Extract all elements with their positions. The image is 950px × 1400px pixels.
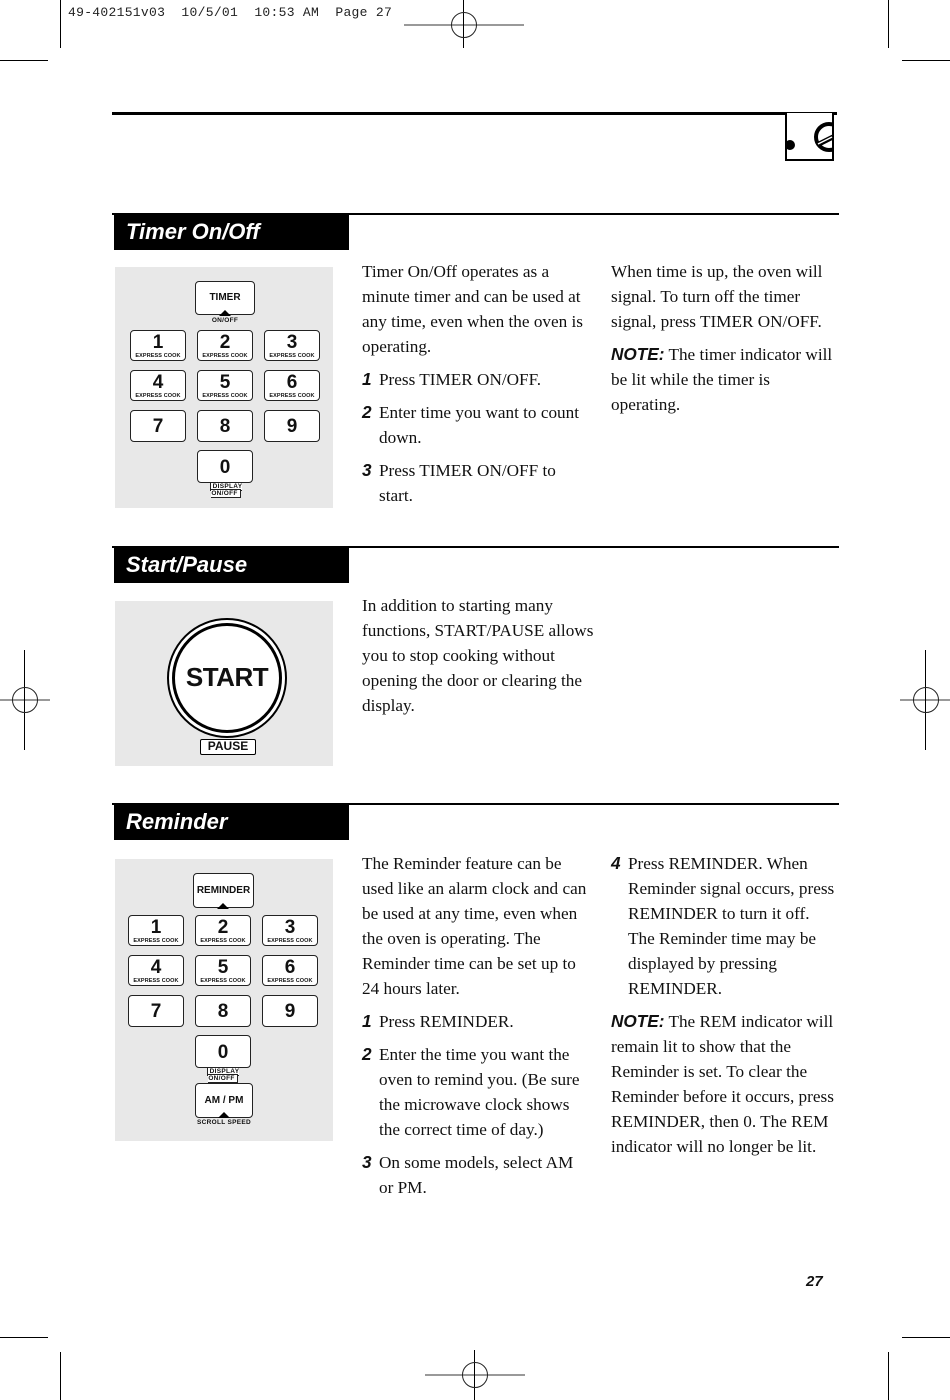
start-button: START (172, 623, 282, 733)
reminder-keypad-illustration: REMINDER 1 EXPRESS COOK 2 EXPRESS COOK 3 EX… (115, 859, 333, 1141)
timer-note: NOTE: The timer indicator will be lit wh… (611, 344, 833, 414)
number-key-3: 3 EXPRESS COOK (264, 330, 320, 361)
number-key-5: 5 EXPRESS COOK (197, 370, 253, 401)
indicator-arrow-icon (219, 310, 231, 316)
reminder-column-2: 4 Press REMINDER. When Reminder signal oc… (611, 851, 839, 1167)
reminder-step: 4 Press REMINDER. When Reminder signal oc… (611, 853, 835, 998)
reminder-note: NOTE: The REM indicator will remain lit … (611, 1011, 834, 1156)
zero-key-caption: DISPLAY ON/OFF (206, 1067, 240, 1083)
page-number: 27 (806, 1273, 823, 1290)
section-title-timer: Timer On/Off (114, 213, 349, 250)
number-key-0: 0 (197, 450, 253, 483)
section-title-reminder: Reminder (114, 803, 349, 840)
crop-mark (902, 1337, 950, 1338)
timer-signal-text: When time is up, the oven will signal. T… (611, 262, 823, 331)
timer-step: 2 Enter time you want to count down. (362, 402, 579, 447)
number-key-2: 2 EXPRESS COOK (197, 330, 253, 361)
crop-mark (902, 60, 950, 61)
number-key-1: 1 EXPRESS COOK (130, 330, 186, 361)
crop-mark (888, 1352, 889, 1400)
number-key-8: 8 (195, 995, 251, 1027)
number-key-6: 6 EXPRESS COOK (264, 370, 320, 401)
number-key-7: 7 (130, 410, 186, 442)
reminder-step: 1 Press REMINDER. (362, 1011, 514, 1031)
crop-mark (888, 0, 889, 48)
number-key-9: 9 (264, 410, 320, 442)
start-button-illustration: START PAUSE (115, 601, 333, 766)
timer-key-caption: ON/OFF (211, 317, 239, 324)
timer-column-2: When time is up, the oven will signal. T… (611, 259, 839, 425)
number-key-4: 4 EXPRESS COOK (130, 370, 186, 401)
timer-keypad-illustration: TIMER ON/OFF 1 EXPRESS COOK 2 EXPRESS COOK… (115, 267, 333, 508)
number-key-5: 5 EXPRESS COOK (195, 955, 251, 986)
number-key-2: 2 EXPRESS COOK (195, 915, 251, 946)
reminder-column-1: The Reminder feature can be used like an… (362, 851, 592, 1208)
crop-mark (0, 60, 48, 61)
header-rule (112, 112, 837, 115)
am-pm-key-caption: SCROLL SPEED (196, 1119, 252, 1126)
number-key-6: 6 EXPRESS COOK (262, 955, 318, 986)
start-pause-description: In addition to starting many functions, … (362, 593, 594, 726)
section-title-start-pause: Start/Pause (114, 546, 349, 583)
timer-column-1: Timer On/Off operates as a minute timer … (362, 259, 590, 516)
pause-label: PAUSE (200, 739, 256, 755)
indicator-arrow-icon (217, 903, 229, 909)
number-key-4: 4 EXPRESS COOK (128, 955, 184, 986)
start-pause-text: In addition to starting many functions, … (362, 596, 594, 715)
number-key-0: 0 (195, 1035, 251, 1068)
number-key-8: 8 (197, 410, 253, 442)
crop-mark (60, 0, 61, 48)
number-key-9: 9 (262, 995, 318, 1027)
print-slug: 49-402151v03 10/5/01 10:53 AM Page 27 (68, 5, 393, 20)
reminder-intro: The Reminder feature can be used like an… (362, 854, 587, 998)
timer-dial-icon (785, 113, 844, 161)
timer-step: 1 Press TIMER ON/OFF. (362, 369, 542, 389)
zero-key-caption: DISPLAY ON/OFF (209, 482, 243, 498)
number-key-1: 1 EXPRESS COOK (128, 915, 184, 946)
timer-step: 3 Press TIMER ON/OFF to start. (362, 460, 556, 505)
number-key-7: 7 (128, 995, 184, 1027)
reminder-step: 2 Enter the time you want the oven to rem… (362, 1044, 580, 1139)
reminder-step: 3 On some models, select AM or PM. (362, 1152, 574, 1197)
indicator-arrow-icon (218, 1112, 230, 1118)
crop-mark (60, 1352, 61, 1400)
number-key-3: 3 EXPRESS COOK (262, 915, 318, 946)
crop-mark (0, 1337, 48, 1338)
timer-intro: Timer On/Off operates as a minute timer … (362, 262, 583, 356)
